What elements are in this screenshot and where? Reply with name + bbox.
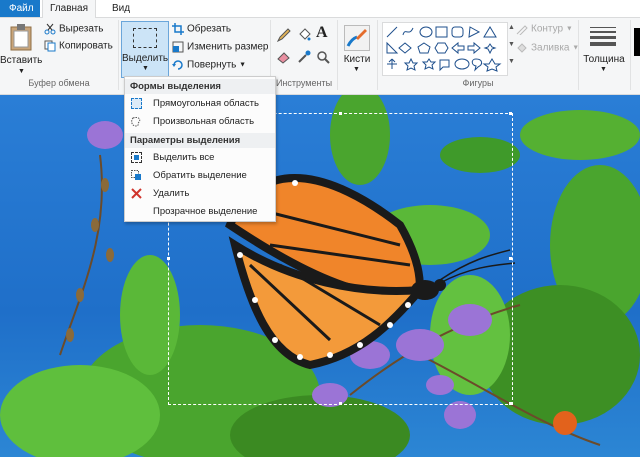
outline-label: Контур xyxy=(531,23,564,35)
divider xyxy=(337,20,338,90)
selection-handle[interactable] xyxy=(167,257,170,260)
copy-icon xyxy=(44,40,56,52)
shapes-scroll-down-icon[interactable]: ▼ xyxy=(508,41,515,48)
rect-selection-item[interactable]: Прямоугольная область xyxy=(125,95,275,112)
clipboard-group-label: Буфер обмена xyxy=(28,78,90,88)
ribbon: Вставить ▼ Вырезать Копировать Буфер обм… xyxy=(0,18,640,95)
shapes-scroll-up-icon[interactable]: ▲ xyxy=(508,24,515,31)
fill-icon xyxy=(517,43,527,53)
invert-selection-item[interactable]: Обратить выделение xyxy=(125,167,275,184)
selection-handle[interactable] xyxy=(509,112,512,115)
delete-label: Удалить xyxy=(153,188,190,199)
fill-label: Заливка xyxy=(531,42,570,54)
tab-home[interactable]: Главная xyxy=(42,0,96,18)
outline-button[interactable]: Контур ▼ xyxy=(516,23,573,35)
copy-button[interactable]: Копировать xyxy=(44,40,113,52)
pencil-icon[interactable] xyxy=(277,28,291,42)
select-all-label: Выделить все xyxy=(153,152,215,163)
resize-button[interactable]: Изменить размер xyxy=(172,41,268,53)
divider xyxy=(578,20,579,90)
free-selection-item[interactable]: Произвольная область xyxy=(125,113,275,130)
cut-button[interactable]: Вырезать xyxy=(44,23,103,35)
clipboard-icon xyxy=(10,24,32,51)
selection-rect-icon xyxy=(133,28,157,48)
rect-selection-icon xyxy=(131,98,142,109)
rotate-dropdown-arrow: ▼ xyxy=(239,61,247,69)
cut-label: Вырезать xyxy=(59,23,104,35)
select-all-item[interactable]: Выделить все xyxy=(125,149,275,166)
selection-shapes-header: Формы выделения xyxy=(125,79,275,94)
rotate-label: Повернуть xyxy=(187,59,237,71)
color1-swatch[interactable] xyxy=(634,28,640,56)
select-dropdown-arrow: ▼ xyxy=(142,65,149,72)
drawing-canvas[interactable] xyxy=(0,95,640,457)
text-tool-icon[interactable]: A xyxy=(316,24,328,42)
selection-handle[interactable] xyxy=(509,402,512,405)
invert-selection-label: Обратить выделение xyxy=(153,170,247,181)
shapes-more-icon[interactable]: ▼ xyxy=(508,58,515,65)
free-selection-label: Произвольная область xyxy=(153,116,255,127)
select-dropdown-menu: Формы выделения Прямоугольная область Пр… xyxy=(124,76,276,222)
divider xyxy=(118,20,119,90)
divider xyxy=(630,20,631,90)
shapes-group-label: Фигуры xyxy=(462,78,494,88)
resize-label: Изменить размер xyxy=(187,41,269,53)
crop-label: Обрезать xyxy=(187,23,232,35)
rotate-button[interactable]: Повернуть ▼ xyxy=(172,59,246,71)
brushes-label: Кисти xyxy=(343,54,371,65)
line-size-icon xyxy=(590,27,616,46)
brush-icon xyxy=(344,25,370,51)
delete-item[interactable]: Удалить xyxy=(125,185,275,202)
shapes-grid xyxy=(386,26,502,72)
magnifier-icon[interactable] xyxy=(316,50,330,64)
selection-handle[interactable] xyxy=(339,402,342,405)
crop-button[interactable]: Обрезать xyxy=(172,23,231,35)
select-all-icon xyxy=(131,152,142,163)
transparent-selection-label: Прозрачное выделение xyxy=(153,206,258,217)
size-button[interactable]: Толщина ▼ xyxy=(580,21,628,79)
brushes-button[interactable]: Кисти ▼ xyxy=(340,21,374,76)
tools-group-label: Инструменты xyxy=(275,78,333,88)
resize-icon xyxy=(172,41,184,53)
select-label: Выделить xyxy=(122,53,169,64)
shapes-gallery[interactable] xyxy=(382,22,508,76)
tab-view[interactable]: Вид xyxy=(112,0,130,17)
tab-file[interactable]: Файл xyxy=(0,0,40,17)
ribbon-tabs: Файл Главная Вид xyxy=(0,0,640,18)
selection-options-header: Параметры выделения xyxy=(125,133,275,148)
freeform-selection-icon xyxy=(131,117,141,127)
selection-handle[interactable] xyxy=(509,257,512,260)
select-button[interactable]: Выделить ▼ xyxy=(121,21,169,78)
invert-selection-icon xyxy=(131,170,141,180)
outline-icon xyxy=(516,25,528,35)
copy-label: Копировать xyxy=(59,40,113,52)
eraser-icon[interactable] xyxy=(277,50,291,64)
fill-bucket-icon[interactable] xyxy=(297,28,311,42)
paste-dropdown-arrow: ▼ xyxy=(18,68,25,75)
brushes-dropdown-arrow: ▼ xyxy=(353,66,360,73)
selection-handle[interactable] xyxy=(339,112,342,115)
size-label: Толщина xyxy=(583,54,625,65)
paste-label: Вставить xyxy=(0,55,43,66)
transparent-selection-item[interactable]: Прозрачное выделение xyxy=(125,203,275,220)
delete-x-icon xyxy=(131,188,142,199)
color-picker-icon[interactable] xyxy=(297,50,311,64)
paste-button[interactable]: Вставить ▼ xyxy=(0,21,43,76)
rect-selection-label: Прямоугольная область xyxy=(153,98,259,109)
crop-icon xyxy=(172,23,184,35)
rotate-icon xyxy=(172,60,183,70)
size-dropdown-arrow: ▼ xyxy=(600,66,607,73)
scissors-icon xyxy=(44,23,56,35)
fill-button[interactable]: Заливка ▼ xyxy=(516,42,579,54)
